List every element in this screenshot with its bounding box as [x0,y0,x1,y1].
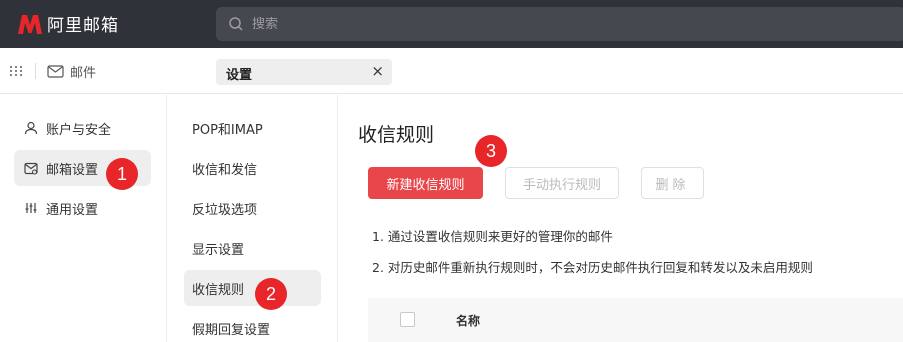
submenu-item-label: POP和IMAP [192,122,263,138]
sidebar-item-label: 账户与安全 [46,122,112,138]
tip-line-1: 1. 通过设置收信规则来更好的管理你的邮件 [372,229,613,244]
submenu-item-label: 收信规则 [192,282,245,298]
tab-mail[interactable]: 邮件 [47,62,96,81]
delete-button[interactable]: 删除 [641,167,704,199]
submenu-item-anti-spam[interactable]: 反垃圾选项 [184,190,321,226]
sidebar-item-label: 邮箱设置 [46,162,99,178]
close-icon[interactable]: × [371,62,384,80]
tab-mail-label: 邮件 [70,66,97,81]
select-all-checkbox[interactable] [400,312,415,327]
step-badge-2: 2 [255,278,287,310]
step-badge-3: 3 [475,135,507,167]
tab-settings[interactable]: 设置 × [216,59,392,85]
submenu-item-inbox-rules[interactable]: 收信规则 [184,270,321,306]
submenu-item-label: 收信和发信 [192,162,258,178]
submenu-item-label: 反垃圾选项 [192,202,258,218]
search-bar[interactable] [216,7,903,41]
submenu-item-display[interactable]: 显示设置 [184,230,321,266]
brand-logo-icon [18,14,42,34]
submenu-item-vacation-reply[interactable]: 假期回复设置 [184,310,321,342]
mailbox-settings-icon [24,162,38,174]
column-header-name: 名称 [456,314,481,328]
user-icon [24,121,38,135]
sidebar-item-label: 通用设置 [46,202,99,218]
app-logo[interactable]: 阿里邮箱 [16,11,119,36]
submenu-item-label: 显示设置 [192,242,245,258]
page-title: 收信规则 [358,124,435,146]
search-input[interactable] [252,16,652,32]
envelope-icon [47,65,64,78]
rules-table-header: 名称 [368,298,903,342]
main-content: 收信规则 新建收信规则 手动执行规则 删除 1. 通过设置收信规则来更好的管理你… [339,95,903,342]
run-rules-button[interactable]: 手动执行规则 [505,167,619,199]
new-rule-button[interactable]: 新建收信规则 [368,167,483,199]
sliders-icon [25,203,37,213]
tip-line-2: 2. 对历史邮件重新执行规则时，不会对历史邮件执行回复和转发以及未启用规则 [372,260,813,275]
tab-divider [35,63,36,79]
app-name: 阿里邮箱 [47,16,119,36]
tab-bar: 邮件 设置 × [0,48,903,94]
sidebar-item-account-security[interactable]: 账户与安全 [14,110,151,146]
submenu-item-pop-imap[interactable]: POP和IMAP [184,110,321,146]
app-grid-icon[interactable] [9,65,23,77]
submenu-item-send-receive[interactable]: 收信和发信 [184,150,321,186]
settings-submenu: POP和IMAP 收信和发信 反垃圾选项 显示设置 收信规则 假期回复设置 2 [168,95,338,342]
search-icon [229,17,243,31]
tab-settings-label: 设置 [226,68,253,83]
submenu-item-label: 假期回复设置 [192,322,271,338]
step-badge-1: 1 [106,158,138,190]
settings-sidebar: 账户与安全 邮箱设置 通用设置 1 [0,95,167,342]
top-bar: 阿里邮箱 [0,0,903,48]
sidebar-item-general-settings[interactable]: 通用设置 [14,190,151,226]
